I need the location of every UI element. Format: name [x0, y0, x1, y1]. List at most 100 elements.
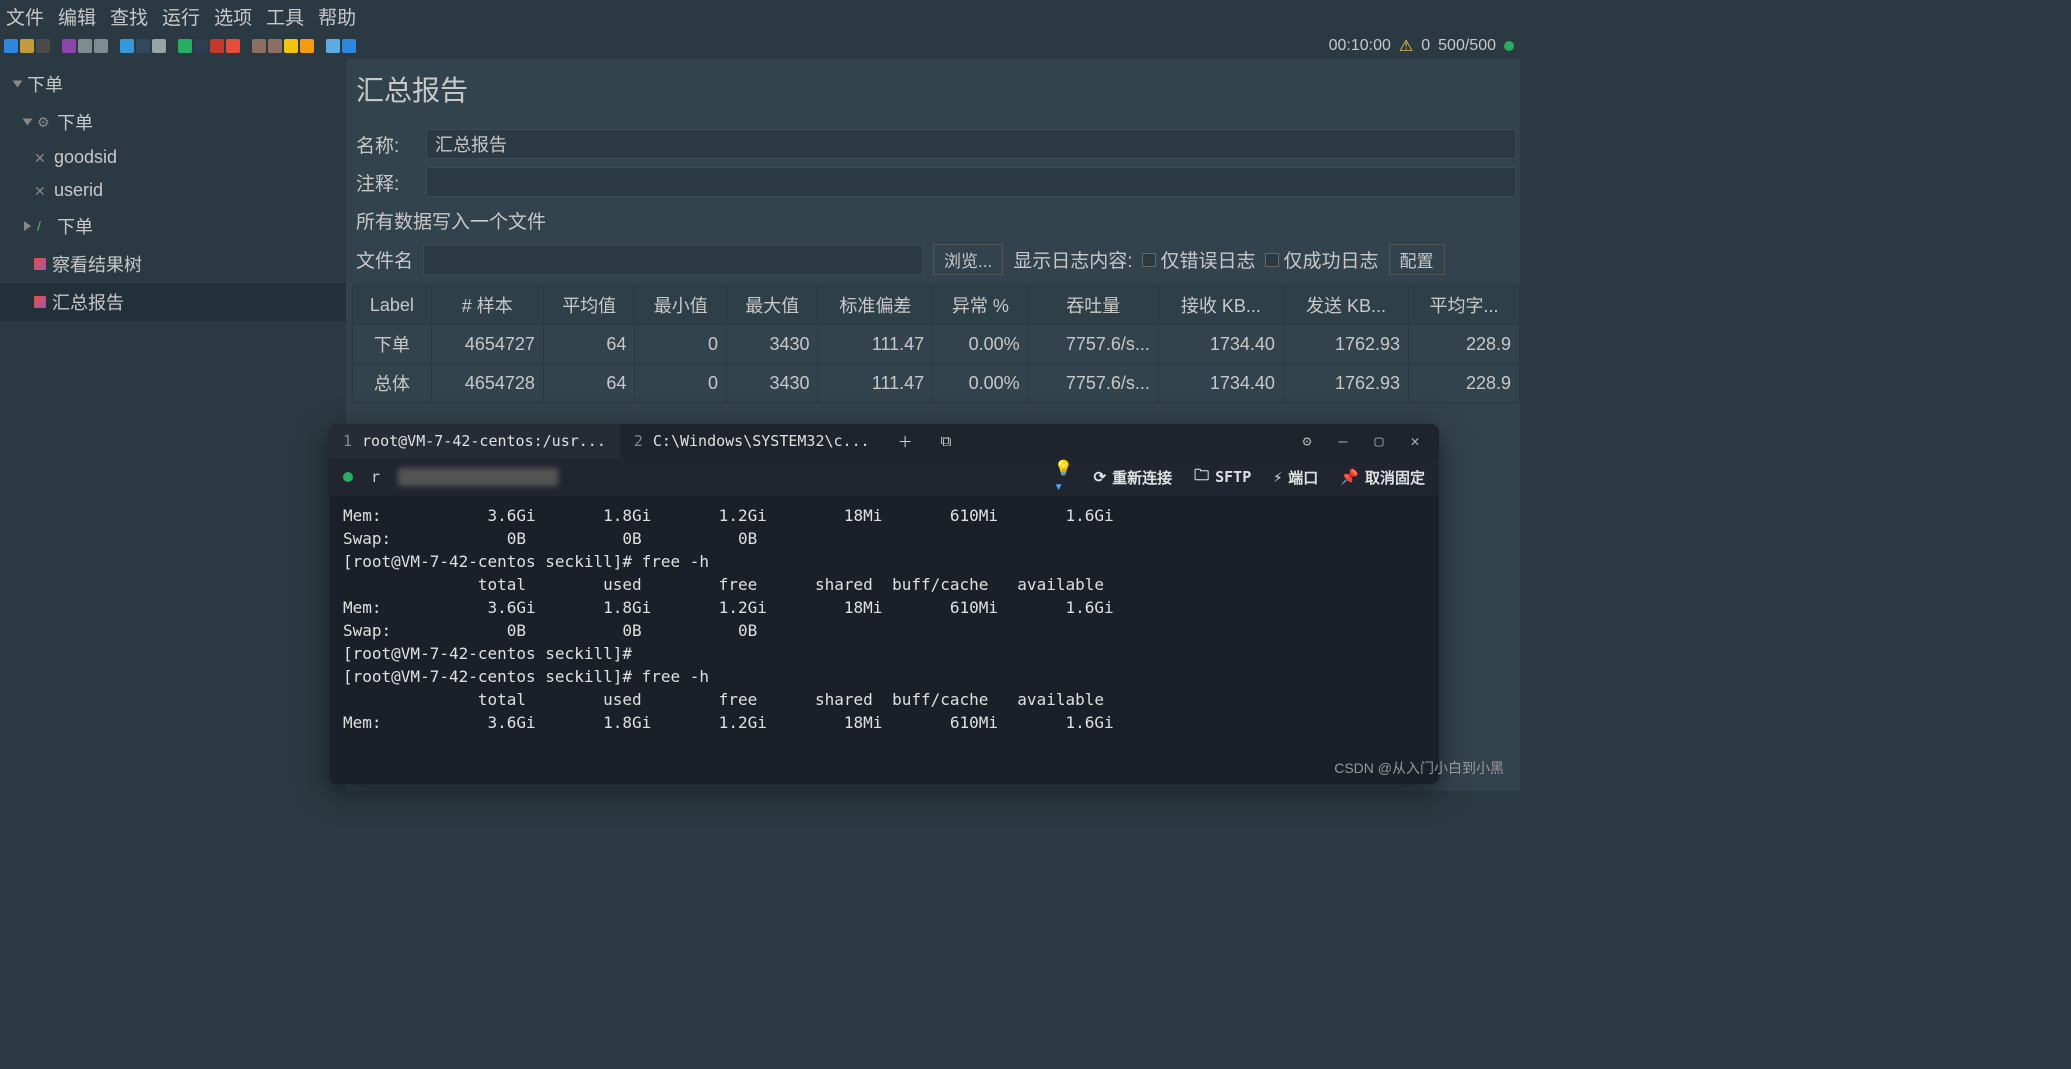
terminal-windows-tab[interactable]: ⧉	[927, 424, 966, 458]
tree-root[interactable]: 下单	[0, 65, 346, 103]
chevron-down-icon	[23, 119, 33, 126]
chevron-down-icon	[13, 81, 23, 88]
file-section: 所有数据写入一个文件	[352, 201, 1520, 240]
tree-summary[interactable]: 汇总报告	[0, 283, 346, 321]
th-thru[interactable]: 吞吐量	[1028, 286, 1158, 325]
folder-icon: 🗀	[1194, 465, 1209, 490]
menu-run[interactable]: 运行	[162, 3, 200, 30]
plug-icon: ⚡	[1273, 468, 1282, 486]
chart-icon	[34, 296, 46, 308]
tree-var2[interactable]: ✕ userid	[0, 174, 346, 207]
show-label: 显示日志内容:	[1013, 246, 1132, 273]
terminal-tab-2[interactable]: 2 C:\Windows\SYSTEM32\c...	[620, 424, 884, 458]
unpin-button[interactable]: 📌取消固定	[1340, 467, 1425, 488]
runnodelay-icon[interactable]	[194, 39, 208, 53]
slash-icon: /	[37, 219, 51, 233]
reset-icon[interactable]	[300, 39, 314, 53]
table-header-row: Label # 样本 平均值 最小值 最大值 标准偏差 异常 % 吞吐量 接收 …	[353, 286, 1520, 325]
th-max[interactable]: 最大值	[726, 286, 818, 325]
clear-icon[interactable]	[252, 39, 266, 53]
status-right: 00:10:00 ⚠0 500/500	[1329, 33, 1514, 59]
menu-file[interactable]: 文件	[6, 3, 44, 30]
maximize-icon[interactable]: ▢	[1371, 433, 1387, 449]
th-min[interactable]: 最小值	[635, 286, 727, 325]
host-blurred	[398, 468, 558, 486]
terminal-tab-1[interactable]: 1 root@VM-7-42-centos:/usr...	[329, 424, 620, 458]
tab2-num: 2	[634, 432, 643, 450]
menu-option[interactable]: 选项	[214, 3, 252, 30]
menu-help[interactable]: 帮助	[318, 3, 356, 30]
tree-var1[interactable]: ✕ goodsid	[0, 141, 346, 174]
minimize-icon[interactable]: —	[1335, 433, 1351, 449]
tree-var2-label: userid	[54, 180, 103, 201]
run-icon[interactable]	[178, 39, 192, 53]
open-icon[interactable]	[20, 39, 34, 53]
tree-var1-label: goodsid	[54, 147, 117, 168]
new-icon[interactable]	[4, 39, 18, 53]
file-label: 文件名	[356, 246, 413, 273]
th-stddev[interactable]: 标准偏差	[818, 286, 933, 325]
config-button[interactable]: 配置	[1389, 244, 1445, 275]
status-threads: 500/500	[1438, 37, 1496, 55]
reconnect-button[interactable]: ⟳重新连接	[1094, 467, 1173, 488]
host-prefix: r	[371, 468, 380, 486]
port-button[interactable]: ⚡端口	[1273, 467, 1318, 488]
tree-group-label: 下单	[57, 109, 93, 135]
stop-icon[interactable]	[210, 39, 224, 53]
comment-input[interactable]	[426, 167, 1516, 197]
save-icon[interactable]	[36, 39, 50, 53]
menubar: 文件 编辑 查找 运行 选项 工具 帮助	[0, 0, 1520, 33]
table-row[interactable]: 总体 4654728 64 0 3430 111.47 0.00% 7757.6…	[353, 364, 1520, 403]
status-dot-icon	[343, 472, 353, 482]
clearall-icon[interactable]	[268, 39, 282, 53]
gear-icon: ⚙	[37, 115, 51, 129]
name-label: 名称:	[356, 131, 412, 158]
watermark: CSDN @从入门小白到小黑	[1334, 758, 1504, 778]
name-input[interactable]	[426, 129, 1516, 159]
tree-group[interactable]: ⚙ 下单	[0, 103, 346, 141]
paste-icon[interactable]	[94, 39, 108, 53]
comment-label: 注释:	[356, 169, 412, 196]
th-avg[interactable]: 平均值	[543, 286, 635, 325]
th-err[interactable]: 异常 %	[933, 286, 1028, 325]
terminal-tabs: 1 root@VM-7-42-centos:/usr... 2 C:\Windo…	[329, 424, 1439, 458]
tree-viewtree-label: 察看结果树	[52, 251, 142, 277]
th-recv[interactable]: 接收 KB...	[1158, 286, 1283, 325]
shutdown-icon[interactable]	[226, 39, 240, 53]
plus-icon: ＋	[898, 431, 913, 452]
tab1-num: 1	[343, 432, 352, 450]
menu-tools[interactable]: 工具	[266, 3, 304, 30]
table-row[interactable]: 下单 4654727 64 0 3430 111.47 0.00% 7757.6…	[353, 325, 1520, 364]
terminal-new-tab[interactable]: ＋	[884, 424, 927, 458]
close-icon[interactable]: ✕	[1407, 433, 1423, 449]
menu-search[interactable]: 查找	[110, 3, 148, 30]
th-sent[interactable]: 发送 KB...	[1283, 286, 1408, 325]
sftp-button[interactable]: 🗀SFTP	[1194, 465, 1251, 490]
plus-icon[interactable]	[120, 39, 134, 53]
ok-checkbox[interactable]	[1265, 253, 1279, 267]
th-samples[interactable]: # 样本	[431, 286, 543, 325]
wrench-icon[interactable]	[152, 39, 166, 53]
tree-sampler[interactable]: / 下单	[0, 207, 346, 245]
cut-icon[interactable]	[62, 39, 76, 53]
file-input[interactable]	[423, 245, 923, 275]
calendar-icon[interactable]	[326, 39, 340, 53]
pin-icon: 📌	[1340, 468, 1359, 486]
copy-icon[interactable]	[78, 39, 92, 53]
browse-button[interactable]: 浏览...	[933, 244, 1003, 275]
th-label[interactable]: Label	[353, 286, 432, 325]
minus-icon[interactable]	[136, 39, 150, 53]
menu-edit[interactable]: 编辑	[58, 3, 96, 30]
summary-table: Label # 样本 平均值 最小值 最大值 标准偏差 异常 % 吞吐量 接收 …	[352, 285, 1520, 403]
warn-icon: ⚠	[1399, 36, 1413, 56]
terminal-output[interactable]: Mem: 3.6Gi 1.8Gi 1.2Gi 18Mi 610Mi 1.6Gi …	[329, 496, 1439, 742]
th-bytes[interactable]: 平均字...	[1409, 286, 1520, 325]
page-title: 汇总报告	[352, 65, 1520, 125]
tree-viewtree[interactable]: 察看结果树	[0, 245, 346, 283]
help-icon[interactable]	[342, 39, 356, 53]
search-icon[interactable]	[284, 39, 298, 53]
x-icon: ✕	[34, 151, 48, 165]
settings-icon[interactable]: ⚙	[1299, 433, 1315, 449]
bulb-icon[interactable]: 💡▾	[1056, 469, 1072, 485]
err-checkbox[interactable]	[1142, 253, 1156, 267]
